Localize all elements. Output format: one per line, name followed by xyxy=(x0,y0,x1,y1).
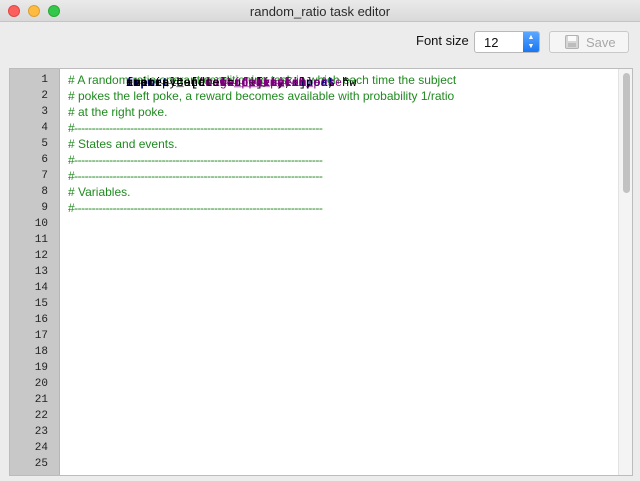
line-number: 6 xyxy=(41,154,48,166)
line-number: 4 xyxy=(41,122,48,134)
code-token: # at the right poke. xyxy=(68,105,168,119)
line-number: 8 xyxy=(41,186,48,198)
line-number: 9 xyxy=(41,202,48,214)
code-line[interactable]: #---------------------------------------… xyxy=(68,200,616,216)
line-number: 17 xyxy=(34,330,48,342)
scrollbar-thumb[interactable] xyxy=(623,73,630,193)
window-title: random_ratio task editor xyxy=(249,4,391,19)
code-line[interactable]: #---------------------------------------… xyxy=(68,152,616,168)
line-numbers: 1 2 3 4 5 6 7 8 9 10 11 12 13 14 15 16 17 18 19 20 21 22 23 24 2… xyxy=(35,72,48,472)
vertical-scrollbar[interactable] xyxy=(618,69,632,475)
up-down-arrows-icon[interactable]: ▲ ▼ xyxy=(523,32,539,52)
code-token: #---------------------------------------… xyxy=(68,169,323,183)
line-number: 3 xyxy=(41,106,48,118)
code-line[interactable] xyxy=(126,75,632,91)
code-line[interactable]: # Variables. xyxy=(68,184,616,200)
save-button[interactable]: Save xyxy=(549,31,629,53)
line-number: 23 xyxy=(34,426,48,438)
title-bar[interactable]: random_ratio task editor xyxy=(0,0,640,22)
line-number: 25 xyxy=(34,458,48,470)
line-number: 2 xyxy=(41,90,48,102)
code-token: # States and events. xyxy=(68,137,178,151)
line-number: 15 xyxy=(34,298,48,310)
line-number: 18 xyxy=(34,346,48,358)
line-number: 20 xyxy=(34,378,48,390)
code-line[interactable]: #---------------------------------------… xyxy=(68,168,616,184)
code-token: # pokes the left poke, a reward becomes … xyxy=(68,89,455,103)
font-size-spinbox[interactable]: 12 ▲ ▼ xyxy=(474,31,540,53)
code-token: # Variables. xyxy=(68,185,131,199)
code-token: #---------------------------------------… xyxy=(68,121,323,135)
code-line[interactable]: # States and events. xyxy=(68,136,616,152)
code-line[interactable]: #---------------------------------------… xyxy=(68,120,616,136)
save-button-label: Save xyxy=(586,35,616,50)
line-number: 5 xyxy=(41,138,48,150)
line-number: 24 xyxy=(34,442,48,454)
line-number: 12 xyxy=(34,250,48,262)
line-number: 14 xyxy=(34,282,48,294)
font-size-label: Font size xyxy=(416,33,469,48)
line-number: 13 xyxy=(34,266,48,278)
line-number-gutter: 1 2 3 4 5 6 7 8 9 10 11 12 13 14 15 16 17 18 19 20 21 22 23 24 2… xyxy=(10,69,60,475)
code-line[interactable]: # at the right poke. xyxy=(68,104,616,120)
line-number: 19 xyxy=(34,362,48,374)
line-number: 22 xyxy=(34,410,48,422)
line-number: 7 xyxy=(41,170,48,182)
font-size-value[interactable]: 12 xyxy=(484,35,498,50)
floppy-disk-icon xyxy=(565,35,579,49)
code-text-area[interactable]: # A random-ratio operant conditioning ta… xyxy=(68,72,616,216)
toolbar: Font size 12 ▲ ▼ Save xyxy=(0,22,640,66)
line-number: 21 xyxy=(34,394,48,406)
line-number: 10 xyxy=(34,218,48,230)
line-number: 16 xyxy=(34,314,48,326)
code-editor[interactable]: 1 2 3 4 5 6 7 8 9 10 11 12 13 14 15 16 17 18 19 20 21 22 23 24 2… xyxy=(9,68,633,476)
code-token: #---------------------------------------… xyxy=(68,201,323,215)
line-number: 1 xyxy=(41,74,48,86)
code-token: #---------------------------------------… xyxy=(68,153,323,167)
line-number: 11 xyxy=(34,234,48,246)
